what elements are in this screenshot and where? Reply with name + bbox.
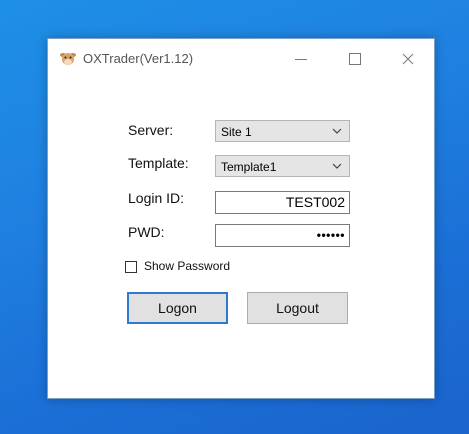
password-input[interactable]: •••••• [215,224,350,247]
maximize-button[interactable] [344,48,366,70]
login-id-label: Login ID: [128,190,185,206]
window-title: OXTrader(Ver1.12) [83,51,194,66]
server-label: Server: [128,122,174,138]
logon-button[interactable]: Logon [127,292,228,324]
server-select[interactable]: Site 1 [215,120,350,142]
logout-button[interactable]: Logout [247,292,348,324]
chevron-down-icon [332,163,342,169]
minimize-button[interactable] [290,48,312,70]
template-select[interactable]: Template1 [215,155,350,177]
close-icon [402,53,414,65]
close-button[interactable] [397,48,419,70]
login-id-input[interactable]: TEST002 [215,191,350,214]
template-value: Template1 [221,160,277,174]
show-password-checkbox[interactable] [125,261,137,273]
password-label: PWD: [128,224,165,240]
cow-icon [59,51,77,67]
template-label: Template: [128,155,189,171]
chevron-down-icon [332,128,342,134]
minimize-icon [295,58,307,60]
server-value: Site 1 [221,125,252,139]
show-password-label[interactable]: Show Password [144,259,230,273]
title-bar[interactable]: OXTrader(Ver1.12) [48,39,434,79]
maximize-icon [349,53,361,65]
login-window: OXTrader(Ver1.12) Server: Site 1 Templat… [47,38,435,399]
